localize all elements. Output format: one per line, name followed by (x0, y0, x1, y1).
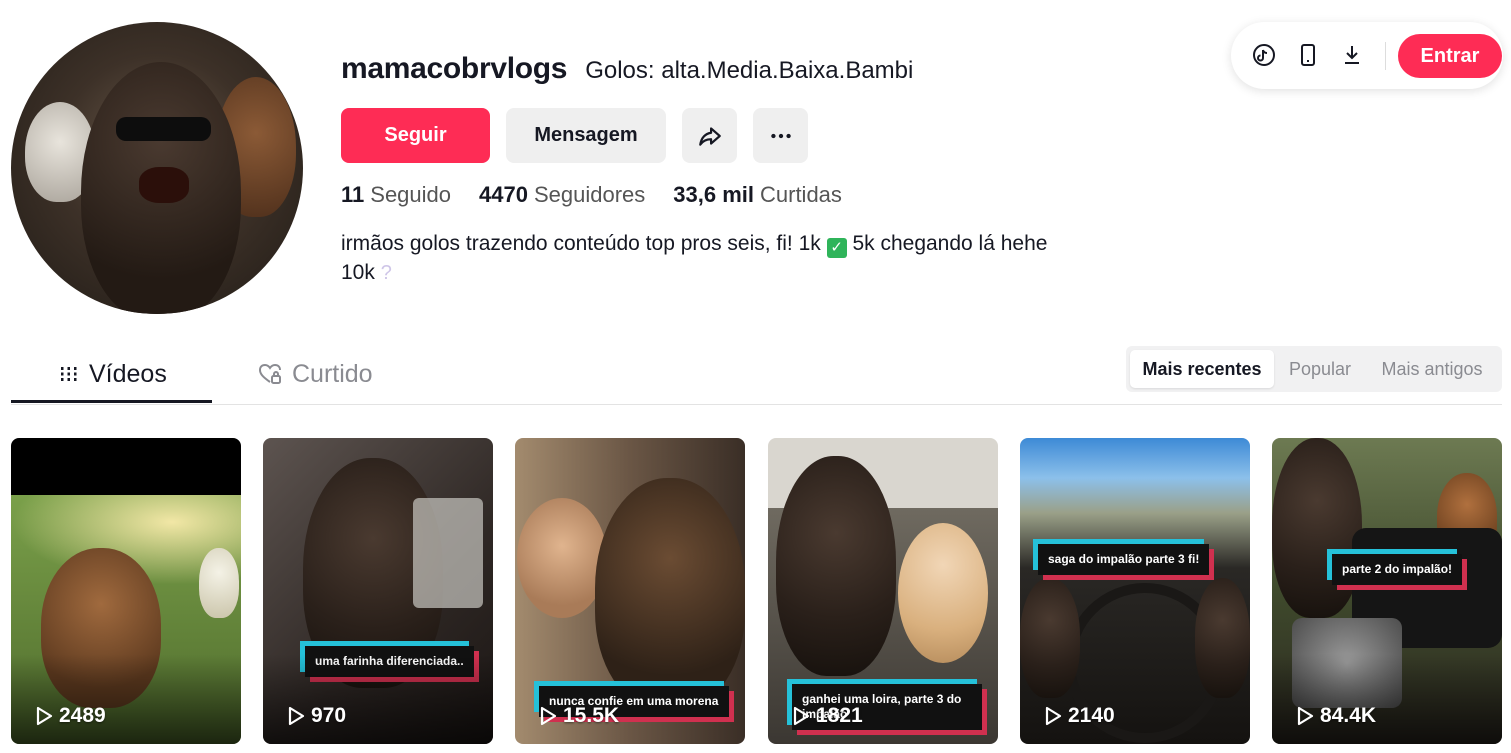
tiktok-button[interactable] (1251, 42, 1277, 68)
video-card[interactable]: saga do impalão parte 3 fi! 2140 (1020, 438, 1250, 744)
view-count: 15.5K (539, 704, 619, 728)
play-icon (540, 706, 557, 726)
sort-oldest[interactable]: Mais antigos (1366, 350, 1498, 388)
white-gorilla-figure (199, 548, 239, 618)
question-mark-icon: ? (380, 262, 392, 284)
mouth-shape (139, 167, 189, 203)
more-button[interactable] (753, 108, 808, 163)
play-icon (36, 706, 53, 726)
bio-text-2: 5k chegando lá hehe (852, 232, 1048, 255)
following-count: 11 (341, 182, 365, 207)
profile-title-row: mamacobrvlogs Golos: alta.Media.Baixa.Ba… (341, 52, 913, 86)
active-tab-underline (11, 400, 212, 403)
followers-count: 4470 (479, 182, 528, 207)
bio-text-1: irmãos golos trazendo conteúdo top pros … (341, 232, 821, 255)
bag-shape (413, 498, 483, 608)
profile-avatar (11, 22, 303, 314)
profile-actions: Seguir Mensagem (341, 108, 808, 163)
sort-recent[interactable]: Mais recentes (1130, 350, 1274, 388)
view-count-text: 84.4K (1320, 704, 1377, 727)
thumbnail-gradient (1272, 654, 1502, 744)
blonde-woman-figure (898, 523, 988, 663)
gorilla-arm-shape (1020, 578, 1080, 698)
topbar-divider (1385, 42, 1386, 70)
download-button[interactable] (1339, 42, 1365, 68)
sort-control: Mais recentes Popular Mais antigos (1126, 346, 1502, 392)
download-icon (1345, 46, 1359, 64)
video-caption: saga do impalão parte 3 fi! (1038, 544, 1210, 575)
video-caption: parte 2 do impalão! (1332, 554, 1463, 585)
tab-videos[interactable]: Vídeos (59, 346, 167, 402)
tab-liked[interactable]: Curtido (258, 346, 373, 402)
share-button[interactable] (682, 108, 737, 163)
username: mamacobrvlogs (341, 52, 568, 85)
view-count: 2140 (1044, 704, 1115, 728)
tab-videos-label: Vídeos (89, 359, 167, 388)
mobile-app-button[interactable] (1295, 42, 1321, 68)
more-icon (770, 133, 791, 138)
thumbnail-gradient (263, 654, 493, 744)
view-count: 1821 (792, 704, 863, 728)
view-count-text: 2489 (59, 704, 106, 727)
profile-bio: irmãos golos trazendo conteúdo top pros … (341, 229, 1141, 288)
likes-count: 33,6 mil (673, 182, 754, 207)
video-card[interactable]: parte 2 do impalão! 84.4K (1272, 438, 1502, 744)
play-icon (1045, 706, 1062, 726)
gorilla-figure (1272, 438, 1362, 618)
message-button[interactable]: Mensagem (506, 108, 666, 163)
likes-stat: 33,6 mil Curtidas (673, 182, 842, 208)
following-stat[interactable]: 11 Seguido (341, 182, 451, 208)
check-mark-icon: ✓ (826, 238, 847, 258)
view-count-text: 15.5K (563, 704, 620, 727)
video-card[interactable]: 2489 (11, 438, 241, 744)
likes-label: Curtidas (760, 182, 842, 207)
play-icon (793, 706, 810, 726)
view-count: 84.4K (1296, 704, 1376, 728)
view-count-text: 1821 (816, 704, 863, 727)
following-label: Seguido (370, 182, 452, 207)
heart-lock-icon (258, 363, 281, 384)
profile-stats: 11 Seguido 4470 Seguidores 33,6 mil Curtida… (341, 182, 842, 208)
view-count: 970 (287, 704, 346, 728)
top-action-bar: Entrar (1231, 22, 1503, 89)
thumbnail-gradient (11, 654, 241, 744)
view-count: 2489 (35, 704, 106, 728)
nickname: Golos: alta.Media.Baixa.Bambi (585, 57, 914, 84)
tab-liked-label: Curtido (292, 359, 373, 388)
bio-text-3: 10k (341, 261, 375, 284)
gorilla-figure (595, 478, 745, 708)
followers-stat[interactable]: 4470 Seguidores (479, 182, 645, 208)
gorilla-arm-shape (1195, 578, 1250, 698)
video-card[interactable]: nunca confie em uma morena 15.5K (515, 438, 745, 744)
follow-button[interactable]: Seguir (341, 108, 490, 163)
grid-icon (61, 367, 77, 381)
play-icon (1297, 706, 1314, 726)
video-card[interactable]: ganhei uma loira, parte 3 do impalão 182… (768, 438, 998, 744)
woman-figure (517, 498, 607, 618)
video-card[interactable]: uma farinha diferenciada.. 970 (263, 438, 493, 744)
sunglasses-shape (116, 117, 211, 141)
share-icon (698, 126, 721, 146)
followers-label: Seguidores (533, 182, 646, 207)
play-icon (288, 706, 305, 726)
sort-popular[interactable]: Popular (1278, 350, 1362, 388)
view-count-text: 970 (311, 704, 347, 727)
view-count-text: 2140 (1068, 704, 1115, 727)
mobile-icon (1301, 44, 1315, 66)
tiktok-icon (1253, 44, 1275, 66)
gorilla-figure (776, 456, 896, 676)
login-button[interactable]: Entrar (1398, 34, 1502, 78)
